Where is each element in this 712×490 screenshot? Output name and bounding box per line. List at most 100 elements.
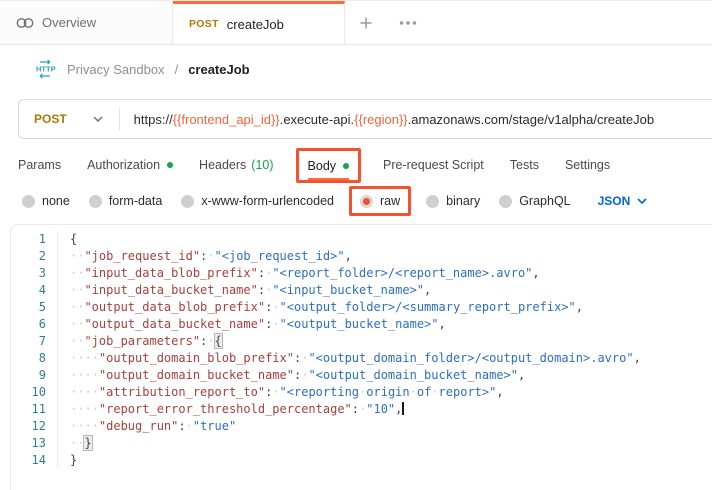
tab-overview[interactable]: Overview bbox=[0, 1, 173, 44]
code-content: ··"job_request_id":·"<job_request_id>", bbox=[57, 248, 352, 265]
request-tabs: Params Authorization Headers(10) Body Pre-re… bbox=[0, 146, 712, 184]
request-tab-label: Pre-request Script bbox=[383, 158, 484, 172]
json-punctuation: } bbox=[70, 453, 77, 467]
postman-request-window: Overview POST createJob bbox=[0, 0, 712, 490]
whitespace-dots: ·· bbox=[70, 317, 84, 331]
radio-icon bbox=[181, 195, 194, 208]
headers-count: (10) bbox=[251, 158, 273, 172]
code-line: 9····"output_domain_bucket_name":·"<outp… bbox=[11, 367, 712, 384]
body-type-x-www-form-urlencoded[interactable]: x-www-form-urlencoded bbox=[181, 194, 334, 208]
line-number: 8 bbox=[11, 350, 57, 367]
whitespace-dots: ···· bbox=[70, 351, 99, 365]
code-line: 13··} bbox=[11, 435, 712, 452]
body-type-graphql[interactable]: GraphQL bbox=[499, 194, 570, 208]
tab-create-job[interactable]: POST createJob bbox=[173, 1, 345, 44]
line-number: 5 bbox=[11, 299, 57, 316]
json-punctuation: , bbox=[345, 249, 352, 263]
json-punctuation: , bbox=[496, 385, 503, 399]
json-key: "input_data_bucket_name" bbox=[84, 283, 257, 297]
request-tab-authorization[interactable]: Authorization bbox=[87, 158, 173, 172]
line-number: 2 bbox=[11, 248, 57, 265]
line-number: 1 bbox=[11, 231, 57, 248]
json-key: "job_parameters" bbox=[84, 334, 200, 348]
json-key: "output_domain_bucket_name" bbox=[99, 368, 294, 382]
line-number: 11 bbox=[11, 401, 57, 418]
new-tab-button[interactable] bbox=[345, 1, 387, 44]
svg-text:HTTP: HTTP bbox=[36, 65, 56, 74]
whitespace-dots: ·· bbox=[70, 300, 84, 314]
annotation-highlight-body-tab: Body bbox=[296, 148, 362, 183]
radio-icon bbox=[499, 195, 512, 208]
json-punctuation: , bbox=[532, 266, 539, 280]
body-type-label: GraphQL bbox=[519, 194, 570, 208]
code-line: 7··"job_parameters":·{ bbox=[11, 333, 712, 350]
code-content: ··"input_data_blob_prefix":·"<report_fol… bbox=[57, 265, 540, 282]
request-tab-label: Params bbox=[18, 158, 61, 172]
breadcrumb-request-name[interactable]: createJob bbox=[188, 62, 249, 77]
code-line: 3··"input_data_blob_prefix":·"<report_fo… bbox=[11, 265, 712, 282]
json-value: "10" bbox=[366, 402, 395, 416]
whitespace-dots: · bbox=[410, 385, 417, 399]
json-value: "<input_bucket_name>" bbox=[272, 283, 424, 297]
line-number: 14 bbox=[11, 452, 57, 469]
json-punctuation: : bbox=[258, 266, 265, 280]
line-number: 7 bbox=[11, 333, 57, 350]
body-type-raw[interactable]: raw bbox=[360, 194, 400, 208]
json-punctuation: , bbox=[634, 351, 641, 365]
more-options-button[interactable] bbox=[387, 1, 429, 44]
whitespace-dots: · bbox=[186, 419, 193, 433]
code-line: 10····"attribution_report_to":·"<reporti… bbox=[11, 384, 712, 401]
code-content: ····"report_error_threshold_percentage":… bbox=[57, 401, 404, 418]
request-tab-tests[interactable]: Tests bbox=[510, 158, 539, 172]
code-line: 4··"input_data_bucket_name":·"<input_buc… bbox=[11, 282, 712, 299]
whitespace-dots: · bbox=[272, 300, 279, 314]
json-value: "<output_domain_bucket_name>" bbox=[308, 368, 518, 382]
body-type-binary[interactable]: binary bbox=[426, 194, 480, 208]
annotation-highlight-raw-radio: raw bbox=[349, 186, 411, 216]
json-punctuation: , bbox=[576, 300, 583, 314]
whitespace-dots: · bbox=[272, 385, 279, 399]
request-tab-body[interactable]: Body bbox=[308, 159, 350, 173]
language-dropdown[interactable]: JSON bbox=[598, 194, 648, 208]
method-dropdown[interactable]: POST bbox=[19, 112, 119, 126]
request-tab-label: Authorization bbox=[87, 158, 160, 172]
url-input[interactable]: https://{{frontend_api_id}}.execute-api.… bbox=[134, 112, 654, 127]
request-tab-headers[interactable]: Headers(10) bbox=[199, 158, 273, 172]
line-number: 13 bbox=[11, 435, 57, 452]
language-dropdown-value: JSON bbox=[598, 194, 631, 208]
code-content: ··} bbox=[57, 435, 92, 452]
url-text-segment: https:// bbox=[134, 112, 173, 127]
breadcrumb-collection[interactable]: Privacy Sandbox bbox=[67, 62, 165, 77]
line-number: 9 bbox=[11, 367, 57, 384]
body-editor[interactable]: 1 {2··"job_request_id":·"<job_request_id>… bbox=[10, 224, 712, 490]
whitespace-dots: · bbox=[207, 249, 214, 263]
code-line: 12····"debug_run":·"true" bbox=[11, 418, 712, 435]
json-key: "input_data_blob_prefix" bbox=[84, 266, 257, 280]
json-key: "report_error_threshold_percentage" bbox=[99, 402, 352, 416]
request-tab-params[interactable]: Params bbox=[18, 158, 61, 172]
code-line: 11····"report_error_threshold_percentage… bbox=[11, 401, 712, 418]
body-type-none[interactable]: none bbox=[22, 194, 70, 208]
json-value: "<output_domain_folder>/<output_domain>.… bbox=[308, 351, 633, 365]
code-content: ··"output_data_blob_prefix":·"<output_fo… bbox=[57, 299, 583, 316]
chevron-down-icon bbox=[93, 116, 103, 122]
json-brace-matched: } bbox=[84, 436, 91, 450]
body-type-form-data[interactable]: form-data bbox=[89, 194, 163, 208]
whitespace-dots: ·· bbox=[70, 249, 84, 263]
code-line: 8····"output_domain_blob_prefix":·"<outp… bbox=[11, 350, 712, 367]
body-type-label: raw bbox=[380, 194, 400, 208]
code-content: { bbox=[57, 231, 77, 248]
code-content: ····"attribution_report_to":·"<reporting… bbox=[57, 384, 504, 401]
json-value: of bbox=[417, 385, 431, 399]
active-tab-underline bbox=[308, 178, 350, 180]
body-type-label: x-www-form-urlencoded bbox=[201, 194, 334, 208]
body-type-label: binary bbox=[446, 194, 480, 208]
url-template-variable: {{frontend_api_id}} bbox=[173, 112, 280, 127]
radio-icon bbox=[89, 195, 102, 208]
line-number: 6 bbox=[11, 316, 57, 333]
json-punctuation: { bbox=[70, 232, 77, 246]
request-tab-settings[interactable]: Settings bbox=[565, 158, 610, 172]
ellipsis-icon bbox=[399, 21, 417, 25]
json-value: "<output_folder>/<summary_report_prefix>… bbox=[280, 300, 576, 314]
request-tab-pre-request-script[interactable]: Pre-request Script bbox=[383, 158, 484, 172]
